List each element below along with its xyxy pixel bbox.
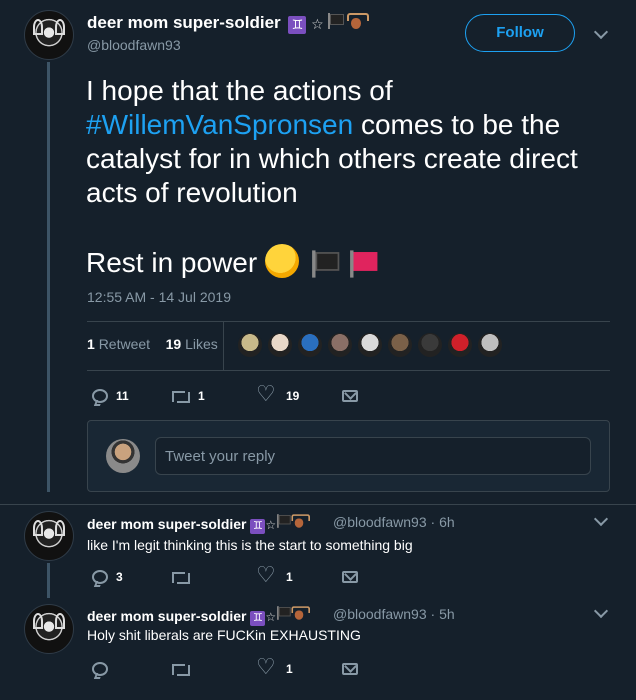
black-flag-emoji [277,606,291,620]
reply-time[interactable]: · 6h [431,514,455,530]
retweet-button[interactable] [172,570,190,584]
chevron-down-icon[interactable] [593,511,609,527]
liker-avatar[interactable] [297,332,323,358]
display-name[interactable]: deer mom super-soldier ♊ ☆ [87,513,311,534]
user-handle[interactable]: @bloodfawn93 [333,606,427,622]
reply-icon [92,389,108,403]
red-flag-emoji [349,250,377,278]
chevron-down-icon[interactable] [593,24,609,40]
liker-avatar[interactable] [327,332,353,358]
like-stat-label: Likes [185,336,218,352]
name-emojis: ♊ ☆ [288,13,370,35]
like-icon [256,382,276,407]
reply-text: Holy shit liberals are FUCKin EXHAUSTING [87,627,361,643]
likers-avatars [237,332,503,358]
retweet-icon [172,389,190,403]
direct-message-button[interactable] [342,663,358,675]
deer-emoji [291,514,311,528]
like-count: 19 [165,336,182,352]
reply-time[interactable]: · 5h [431,606,455,622]
reply-count: 11 [116,389,129,403]
liker-avatar[interactable] [237,332,263,358]
gemini-emoji: ♊ [250,519,266,534]
avatar[interactable] [24,511,74,561]
liker-avatar[interactable] [387,332,413,358]
divider [0,504,636,505]
display-name[interactable]: deer mom super-soldier ♊ ☆ [87,13,370,35]
avatar[interactable] [24,10,74,60]
divider [87,370,610,371]
tweet-text: I hope that the actions of #WillemVanSpr… [86,74,616,280]
reply-text: like I'm legit thinking this is the star… [87,537,413,553]
like-count: 1 [286,662,293,676]
reply-meta: @bloodfawn93 · 6h [333,514,455,530]
retweet-icon [172,662,190,676]
reply-icon [92,570,108,584]
display-name[interactable]: deer mom super-soldier ♊ ☆ [87,605,311,626]
deer-emoji [291,606,311,620]
liker-avatar[interactable] [447,332,473,358]
like-stat[interactable]: 19 Likes [166,336,218,352]
divider [87,321,610,322]
follow-button[interactable]: Follow [465,14,575,52]
direct-message-icon [342,571,358,583]
like-button[interactable]: 1 [256,563,293,588]
black-flag-emoji [311,250,340,278]
avatar[interactable] [106,439,140,473]
thread-line [47,62,50,492]
star-emoji: ☆ [265,610,277,624]
black-flag-emoji [277,514,291,528]
deer-emoji [347,13,370,30]
like-button[interactable]: 19 [256,382,300,407]
direct-message-button[interactable] [342,571,358,583]
retweet-stat[interactable]: 1 Retweet [87,336,150,352]
black-flag-emoji [328,13,345,30]
like-icon [256,655,276,680]
display-name-text: deer mom super-soldier [87,13,281,32]
direct-message-icon [342,663,358,675]
tweet-timestamp[interactable]: 12:55 AM - 14 Jul 2019 [87,289,231,305]
liker-avatar[interactable] [267,332,293,358]
reply-button[interactable]: 11 [92,389,129,403]
reply-compose [87,420,610,492]
reply-count: 3 [116,570,123,584]
user-handle[interactable]: @bloodfawn93 [87,37,181,53]
reply-input[interactable] [155,437,591,475]
reply-meta: @bloodfawn93 · 5h [333,606,455,622]
like-button[interactable]: 1 [256,655,293,680]
display-name-text: deer mom super-soldier [87,608,247,624]
direct-message-icon [342,390,358,402]
liker-avatar[interactable] [477,332,503,358]
direct-message-button[interactable] [342,390,358,402]
reply-button[interactable]: 3 [92,570,123,584]
retweet-icon [172,570,190,584]
retweet-button[interactable]: 1 [172,389,205,403]
avatar[interactable] [24,604,74,654]
tweet-text-part1: I hope that the actions of [86,75,393,106]
liker-avatar[interactable] [357,332,383,358]
chevron-down-icon[interactable] [593,603,609,619]
reply-button[interactable] [92,662,108,676]
tweet-stats: 1 Retweet 19 Likes [87,336,218,352]
stats-separator [223,322,224,370]
star-emoji: ☆ [311,16,324,33]
hashtag-link[interactable]: #WillemVanSpronsen [86,109,353,140]
like-count: 1 [286,570,293,584]
reply-icon [92,662,108,676]
thread-line [47,563,50,598]
display-name-text: deer mom super-soldier [87,516,247,532]
retweet-stat-label: Retweet [98,336,151,352]
raised-fist-emoji [264,244,299,278]
tweet-text-line2: Rest in power [86,247,258,278]
retweet-button[interactable] [172,662,190,676]
star-emoji: ☆ [265,518,277,532]
retweet-count: 1 [198,389,205,403]
gemini-emoji: ♊ [288,16,307,35]
gemini-emoji: ♊ [250,611,266,626]
like-count: 19 [286,389,300,403]
retweet-count: 1 [87,336,95,352]
user-handle[interactable]: @bloodfawn93 [333,514,427,530]
liker-avatar[interactable] [417,332,443,358]
like-icon [256,563,276,588]
